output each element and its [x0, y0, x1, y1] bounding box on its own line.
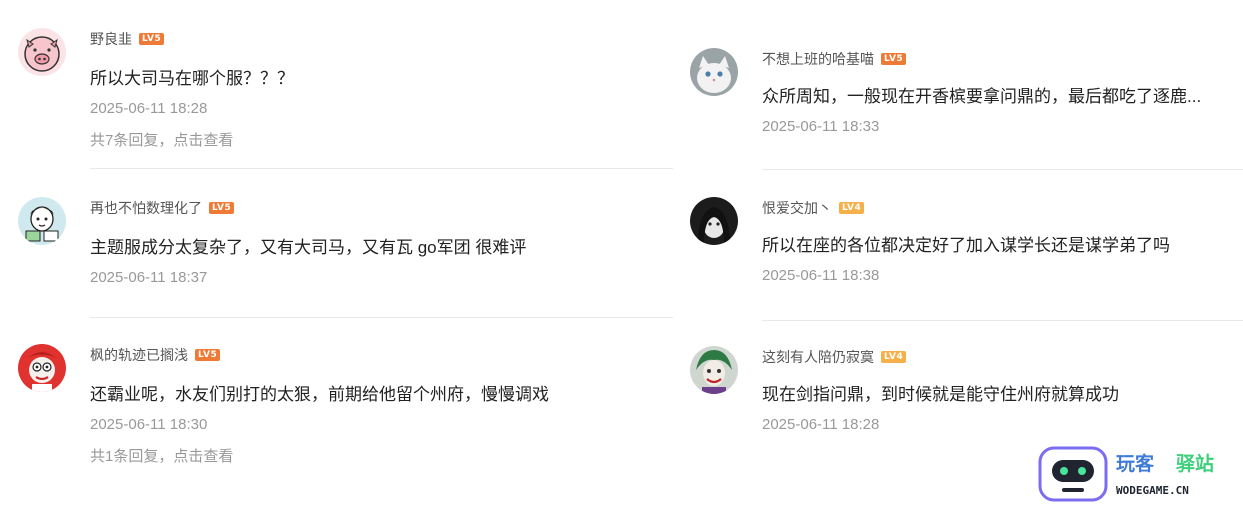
username[interactable]: 再也不怕数理化了 [90, 198, 202, 218]
comment-timestamp: 2025-06-11 18:38 [762, 267, 880, 284]
username[interactable]: 枫的轨迹已搁浅 [90, 345, 188, 365]
level-badge: LV4 [881, 351, 907, 363]
view-replies-link[interactable]: 共1条回复，点击查看 [90, 445, 673, 466]
level-badge: LV5 [139, 33, 165, 45]
divider [762, 169, 1243, 170]
avatar[interactable] [18, 197, 66, 245]
watermark-title-b: 驿站 [1176, 452, 1214, 475]
watermark-domain: WODEGAME.CN [1116, 484, 1189, 497]
comment-timestamp: 2025-06-11 18:37 [90, 269, 208, 286]
avatar[interactable] [690, 346, 738, 394]
divider [90, 168, 673, 169]
divider [90, 317, 673, 318]
comment-text: 现在剑指问鼎，到时候就是能守住州府就算成功 [762, 385, 1119, 404]
comment-text: 所以在座的各位都决定好了加入谋学长还是谋学弟了吗 [762, 236, 1170, 255]
avatar[interactable] [690, 48, 738, 96]
username[interactable]: 不想上班的哈基喵 [762, 49, 874, 69]
level-badge: LV5 [209, 202, 235, 214]
watermark-title-a: 玩客 [1116, 452, 1155, 475]
divider [762, 320, 1243, 321]
comment-timestamp: 2025-06-11 18:33 [762, 118, 880, 135]
comment-text: 主题服成分太复杂了，又有大司马，又有瓦 go军团 很难评 [90, 238, 527, 257]
avatar[interactable] [18, 28, 66, 76]
comment-text: 所以大司马在哪个服？？？ [90, 69, 294, 88]
username[interactable]: 恨爱交加丶 [762, 198, 832, 218]
view-replies-link[interactable]: 共7条回复，点击查看 [90, 129, 673, 150]
username[interactable]: 野良韭 [90, 29, 132, 49]
avatar[interactable] [18, 344, 66, 392]
comment-text: 还霸业呢，水友们别打的太狠，前期给他留个州府，慢慢调戏 [90, 385, 549, 404]
robot-logo-icon: 玩客 驿站 WODEGAME.CN [1038, 446, 1214, 502]
comment-timestamp: 2025-06-11 18:28 [762, 416, 880, 433]
comment-timestamp: 2025-06-11 18:28 [90, 100, 208, 117]
comment-timestamp: 2025-06-11 18:30 [90, 416, 208, 433]
avatar[interactable] [690, 197, 738, 245]
level-badge: LV5 [195, 349, 221, 361]
comment-text: 众所周知，一般现在开香槟要拿问鼎的，最后都吃了逐鹿... [762, 87, 1202, 106]
site-watermark: 玩客 驿站 WODEGAME.CN [1036, 446, 1243, 504]
level-badge: LV4 [839, 202, 865, 214]
username[interactable]: 这刻有人陪仍寂寞 [762, 347, 874, 367]
level-badge: LV5 [881, 53, 907, 65]
